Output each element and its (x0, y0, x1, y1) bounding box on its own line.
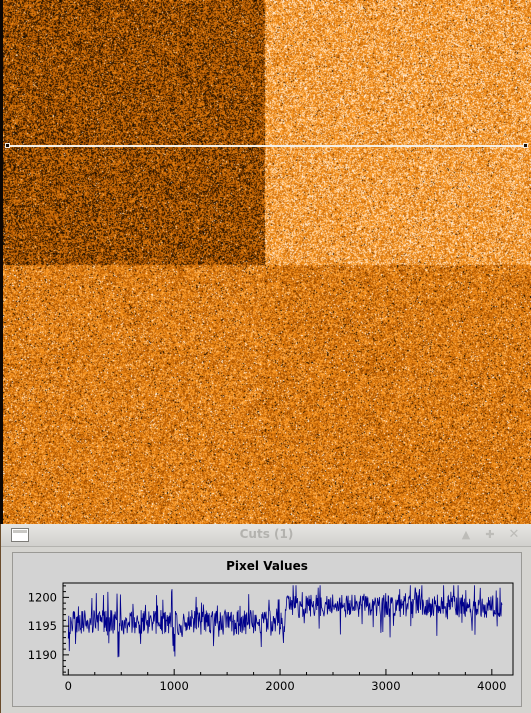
window-titlebar[interactable]: Cuts (1) ▲ ✚ ✕ (1, 524, 531, 547)
y-tick-label: 1200 (28, 590, 57, 604)
cut-line-start-handle[interactable] (5, 143, 10, 148)
cut-line[interactable] (6, 145, 527, 147)
x-tick-label: 0 (65, 679, 72, 693)
x-tick-label: 4000 (477, 679, 506, 693)
x-tick-label: 3000 (371, 679, 400, 693)
y-tick-label: 1190 (28, 648, 57, 662)
close-icon[interactable]: ✕ (504, 526, 524, 543)
plus-icon[interactable]: ✚ (480, 526, 500, 543)
y-tick-label: 1195 (28, 619, 57, 633)
x-tick-label: 2000 (265, 679, 294, 693)
plot-area: Pixel Values 0 1000 2000 3000 4000 1190 1195 1… (12, 552, 522, 707)
window-title: Cuts (1) (239, 527, 294, 541)
chevron-up-icon[interactable]: ▲ (456, 526, 476, 543)
fits-image-canvas[interactable] (3, 0, 531, 524)
pixel-values-chart: 0 1000 2000 3000 4000 1190 1195 1200 (28, 582, 514, 693)
cut-line-end-handle[interactable] (523, 143, 528, 148)
x-tick-label: 1000 (160, 679, 189, 693)
image-viewer[interactable] (0, 0, 531, 524)
cuts-window: Cuts (1) ▲ ✚ ✕ Pixel Values 0 1000 2000 300… (0, 524, 531, 713)
